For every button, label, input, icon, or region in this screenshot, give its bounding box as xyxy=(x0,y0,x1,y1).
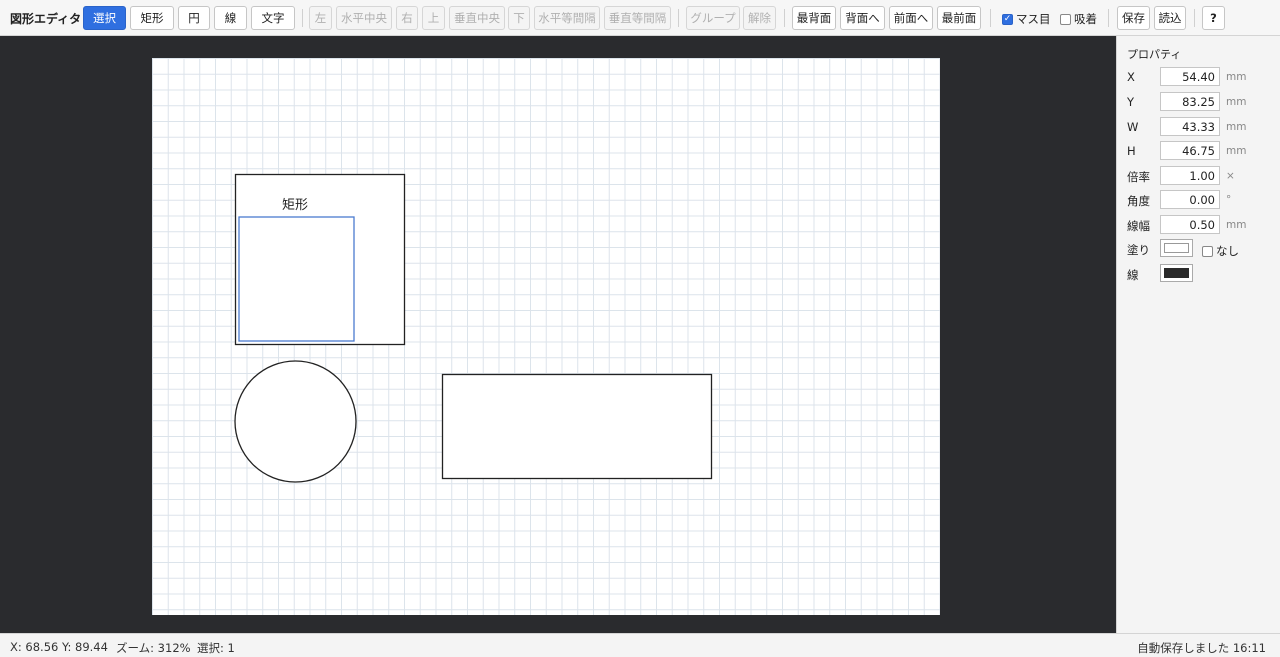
zoom-level: ズーム: 312% xyxy=(116,641,191,655)
prop-x-label: X xyxy=(1127,70,1135,84)
prop-scale-unit: × xyxy=(1226,170,1235,182)
group-button[interactable]: グループ xyxy=(686,6,740,30)
align-left-button[interactable]: 左 xyxy=(309,6,332,30)
snap-checkbox[interactable] xyxy=(1060,13,1071,25)
prop-stroke-width-label: 線幅 xyxy=(1127,219,1150,233)
fill-none-toggle[interactable]: なし xyxy=(1202,243,1239,259)
prop-y-unit: mm xyxy=(1226,96,1247,108)
autosave-status: 自動保存しました 16:11 xyxy=(1137,641,1266,655)
prop-w-label: W xyxy=(1127,120,1139,134)
send-backward-button[interactable]: 背面へ xyxy=(840,6,885,30)
prop-w-input[interactable] xyxy=(1160,117,1220,136)
load-button[interactable]: 読込 xyxy=(1154,6,1186,30)
toolbar-separator xyxy=(678,9,679,27)
prop-scale-label: 倍率 xyxy=(1127,170,1150,184)
prop-w-unit: mm xyxy=(1226,121,1247,133)
distribute-h-button[interactable]: 水平等間隔 xyxy=(534,6,600,30)
toolbar-separator xyxy=(1194,9,1195,27)
prop-scale-input[interactable] xyxy=(1160,166,1220,185)
drawing-canvas[interactable]: 矩形 xyxy=(152,58,940,615)
align-right-button[interactable]: 右 xyxy=(396,6,418,30)
circle-shape[interactable] xyxy=(234,360,357,483)
prop-angle-input[interactable] xyxy=(1160,190,1220,209)
fill-none-checkbox[interactable] xyxy=(1202,245,1213,257)
prop-h-unit: mm xyxy=(1226,145,1247,157)
prop-y-label: Y xyxy=(1127,95,1135,109)
shape-layer[interactable]: 矩形 xyxy=(152,58,940,615)
toolbar-separator xyxy=(302,9,303,27)
grid-toggle-label: マス目 xyxy=(1016,12,1051,26)
align-top-button[interactable]: 上 xyxy=(422,6,445,30)
rect-tool-button[interactable]: 矩形 xyxy=(130,6,174,30)
prop-stroke-label: 線 xyxy=(1127,268,1139,282)
fill-none-label: なし xyxy=(1216,244,1239,258)
prop-y-input[interactable] xyxy=(1160,92,1220,111)
grid-toggle[interactable]: ✓ マス目 xyxy=(1002,11,1051,27)
text-tool-button[interactable]: 文字 xyxy=(251,6,295,30)
toolbar: 図形エディタ 選択 矩形 円 線 文字 左 水平中央 右 上 垂直中央 下 水平… xyxy=(0,0,1280,36)
cursor-position: X: 68.56 Y: 89.44 xyxy=(10,640,108,654)
toolbar-separator xyxy=(784,9,785,27)
align-bottom-button[interactable]: 下 xyxy=(508,6,530,30)
toolbar-separator xyxy=(990,9,991,27)
rect-shape[interactable] xyxy=(234,173,406,346)
align-h-center-button[interactable]: 水平中央 xyxy=(336,6,392,30)
snap-toggle[interactable]: 吸着 xyxy=(1060,11,1097,27)
app-title: 図形エディタ xyxy=(10,12,82,26)
prop-h-label: H xyxy=(1127,144,1136,158)
align-v-center-button[interactable]: 垂直中央 xyxy=(449,6,505,30)
properties-title: プロパティ xyxy=(1127,48,1182,61)
wide-rect-shape[interactable] xyxy=(441,373,713,480)
bring-to-front-button[interactable]: 最前面 xyxy=(937,6,981,30)
properties-panel: プロパティ X mm Y mm W mm H mm 倍率 × 角度 ° 線幅 m… xyxy=(1116,36,1280,633)
fill-color-swatch[interactable] xyxy=(1160,239,1193,257)
status-bar: X: 68.56 Y: 89.44 ズーム: 312% 選択: 1 自動保存しま… xyxy=(0,633,1280,657)
bring-forward-button[interactable]: 前面へ xyxy=(889,6,933,30)
snap-toggle-label: 吸着 xyxy=(1074,12,1097,26)
text-shape[interactable]: 矩形 xyxy=(282,198,308,213)
select-tool-button[interactable]: 選択 xyxy=(83,6,126,30)
prop-angle-label: 角度 xyxy=(1127,194,1150,208)
prop-stroke-width-unit: mm xyxy=(1226,219,1247,231)
toolbar-separator xyxy=(1108,9,1109,27)
save-button[interactable]: 保存 xyxy=(1117,6,1150,30)
prop-stroke-width-input[interactable] xyxy=(1160,215,1220,234)
bring-to-back-button[interactable]: 最背面 xyxy=(792,6,836,30)
prop-x-input[interactable] xyxy=(1160,67,1220,86)
stroke-color-swatch[interactable] xyxy=(1160,264,1193,282)
prop-h-input[interactable] xyxy=(1160,141,1220,160)
fill-color-preview xyxy=(1164,243,1189,253)
prop-angle-unit: ° xyxy=(1226,194,1232,206)
stroke-color-preview xyxy=(1164,268,1189,278)
circle-tool-button[interactable]: 円 xyxy=(178,6,210,30)
grid-checkbox[interactable]: ✓ xyxy=(1002,13,1013,25)
workspace[interactable]: 矩形 xyxy=(0,36,1116,633)
ungroup-button[interactable]: 解除 xyxy=(743,6,776,30)
prop-x-unit: mm xyxy=(1226,71,1247,83)
distribute-v-button[interactable]: 垂直等間隔 xyxy=(604,6,671,30)
line-tool-button[interactable]: 線 xyxy=(214,6,247,30)
help-button[interactable]: ? xyxy=(1202,6,1225,30)
selection-count: 選択: 1 xyxy=(197,641,235,655)
prop-fill-label: 塗り xyxy=(1127,243,1150,257)
